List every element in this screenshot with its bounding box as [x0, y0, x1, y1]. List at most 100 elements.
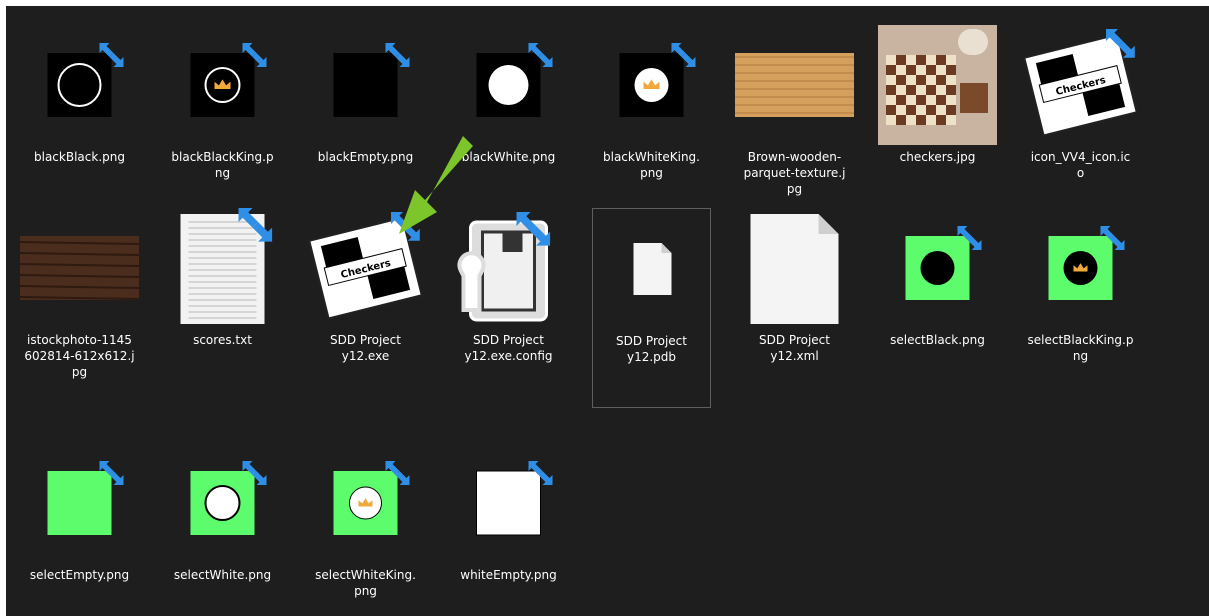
- file-item[interactable]: blackBlackKing.p ng: [163, 25, 282, 225]
- file-name-line: SDD Project: [473, 333, 544, 347]
- file-name-line: png: [640, 166, 663, 180]
- file-name-label: blackBlackKing.p ng: [167, 149, 278, 181]
- file-name-line: selectBlack.png: [890, 333, 985, 347]
- file-name-label: selectWhiteKing. png: [310, 567, 421, 599]
- file-name-line: selectWhiteKing.: [315, 568, 416, 582]
- file-name-label: whiteEmpty.png: [453, 567, 564, 583]
- black-empty-thumbnail: [333, 43, 410, 117]
- file-item[interactable]: selectBlack.png: [878, 208, 997, 408]
- file-name-line: y12.exe.config: [464, 349, 553, 363]
- file-item[interactable]: Brown-wooden-parquet-texture.j pg: [735, 25, 854, 225]
- file-thumbnail: [878, 208, 997, 328]
- text-doc-thumbnail: [180, 208, 273, 324]
- file-item[interactable]: blackWhiteKing. png: [592, 25, 711, 225]
- file-item[interactable]: istockphoto-1145 602814-612x612.j pg: [20, 208, 139, 408]
- file-item[interactable]: selectEmpty.png: [20, 443, 139, 616]
- green-black-thumbnail: [905, 226, 982, 300]
- file-name-line: SDD Project: [616, 334, 687, 348]
- annotation-arrow-icon: [399, 136, 473, 234]
- file-thumbnail: [593, 209, 712, 329]
- file-name-line: icon_VV4_icon.ic: [1030, 150, 1131, 164]
- file-name-line: pg: [71, 365, 88, 379]
- file-thumbnail: [163, 443, 282, 563]
- file-name-label: SDD Project y12.exe.config: [453, 332, 564, 364]
- file-item[interactable]: selectBlackKing.p ng: [1021, 208, 1140, 408]
- file-item[interactable]: SDD Project y12.pdb: [592, 208, 711, 408]
- file-thumbnail: [449, 25, 568, 145]
- file-name-line: blackWhiteKing.: [603, 150, 700, 164]
- file-name-line: y12.exe: [341, 349, 390, 363]
- file-item[interactable]: selectWhiteKing. png: [306, 443, 425, 616]
- file-thumbnail: [735, 25, 854, 145]
- file-name-label: icon_VV4_icon.ico: [1025, 149, 1136, 181]
- file-thumbnail: [163, 208, 282, 328]
- file-name-line: istockphoto-1145: [27, 333, 132, 347]
- file-name-line: png: [354, 584, 377, 598]
- file-name-label: selectBlackKing.p ng: [1025, 332, 1136, 364]
- file-name-line: y12.pdb: [626, 350, 677, 364]
- file-name-line: blackBlack.png: [34, 150, 125, 164]
- file-thumbnail: [306, 25, 425, 145]
- file-name-label: selectWhite.png: [167, 567, 278, 583]
- green-white-king-thumbnail: [333, 461, 410, 535]
- parquet-thumbnail: [735, 53, 854, 117]
- blank-doc-large-thumbnail: [750, 214, 839, 324]
- file-thumbnail: [306, 443, 425, 563]
- green-empty-thumbnail: [47, 461, 124, 535]
- file-item[interactable]: scores.txt: [163, 208, 282, 408]
- checkers-icon-thumbnail: Checkers: [1023, 29, 1138, 137]
- file-thumbnail: [20, 208, 139, 328]
- file-name-label: SDD Project y12.xml: [739, 332, 850, 364]
- file-name-line: ng: [1072, 349, 1089, 363]
- file-name-label: Brown-wooden-parquet-texture.j pg: [739, 149, 850, 197]
- file-item[interactable]: SDD Project y12.xml: [735, 208, 854, 408]
- file-name-label: checkers.jpg: [882, 149, 993, 165]
- file-name-line: whiteEmpty.png: [460, 568, 557, 582]
- file-name-label: selectEmpty.png: [24, 567, 135, 583]
- file-name-line: scores.txt: [193, 333, 252, 347]
- file-name-label: scores.txt: [167, 332, 278, 348]
- file-name-line: checkers.jpg: [899, 150, 976, 164]
- black-white-thumbnail: [476, 43, 553, 117]
- file-item[interactable]: blackBlack.png: [20, 25, 139, 225]
- file-name-line: blackBlackKing.p: [171, 150, 274, 164]
- blank-doc-small-thumbnail: [633, 243, 672, 295]
- file-thumbnail: [878, 25, 997, 145]
- black-king-thumbnail: [190, 43, 267, 117]
- file-name-line: selectEmpty.png: [29, 568, 130, 582]
- file-name-label: SDD Project y12.exe: [310, 332, 421, 364]
- file-thumbnail: [163, 25, 282, 145]
- file-name-line: parquet-texture.j: [743, 166, 846, 180]
- file-name-label: SDD Project y12.pdb: [597, 333, 706, 365]
- file-thumbnail: [449, 443, 568, 563]
- green-white-thumbnail: [190, 461, 267, 535]
- file-name-label: selectBlack.png: [882, 332, 993, 348]
- file-name-line: Brown-wooden-: [747, 150, 842, 164]
- file-name-label: blackBlack.png: [24, 149, 135, 165]
- file-item[interactable]: checkers.jpg: [878, 25, 997, 225]
- file-name-label: blackWhiteKing. png: [596, 149, 707, 181]
- file-name-line: 602814-612x612.j: [24, 349, 135, 363]
- black-white-king-thumbnail: [619, 43, 696, 117]
- file-name-line: SDD Project: [759, 333, 830, 347]
- file-name-line: ng: [214, 166, 231, 180]
- file-thumbnail: Checkers: [1021, 25, 1140, 145]
- dark-wood-thumbnail: [20, 236, 139, 300]
- file-name-line: o: [1076, 166, 1085, 180]
- file-thumbnail: [735, 208, 854, 328]
- black-ring-thumbnail: [47, 43, 124, 117]
- file-thumbnail: [20, 443, 139, 563]
- file-thumbnail: [592, 25, 711, 145]
- file-item[interactable]: selectWhite.png: [163, 443, 282, 616]
- file-explorer-view: blackBlack.png blackBlackKing.p ng blackE…: [6, 6, 1209, 616]
- white-empty-thumbnail: [476, 461, 553, 536]
- file-item[interactable]: Checkers icon_VV4_icon.ico: [1021, 25, 1140, 225]
- checkers-photo-thumbnail: [878, 25, 997, 145]
- file-thumbnail: [20, 25, 139, 145]
- file-name-line: selectWhite.png: [173, 568, 272, 582]
- green-black-king-thumbnail: [1048, 226, 1125, 300]
- file-name-line: y12.xml: [770, 349, 819, 363]
- file-name-label: istockphoto-1145 602814-612x612.j pg: [24, 332, 135, 380]
- file-item[interactable]: whiteEmpty.png: [449, 443, 568, 616]
- file-thumbnail: [1021, 208, 1140, 328]
